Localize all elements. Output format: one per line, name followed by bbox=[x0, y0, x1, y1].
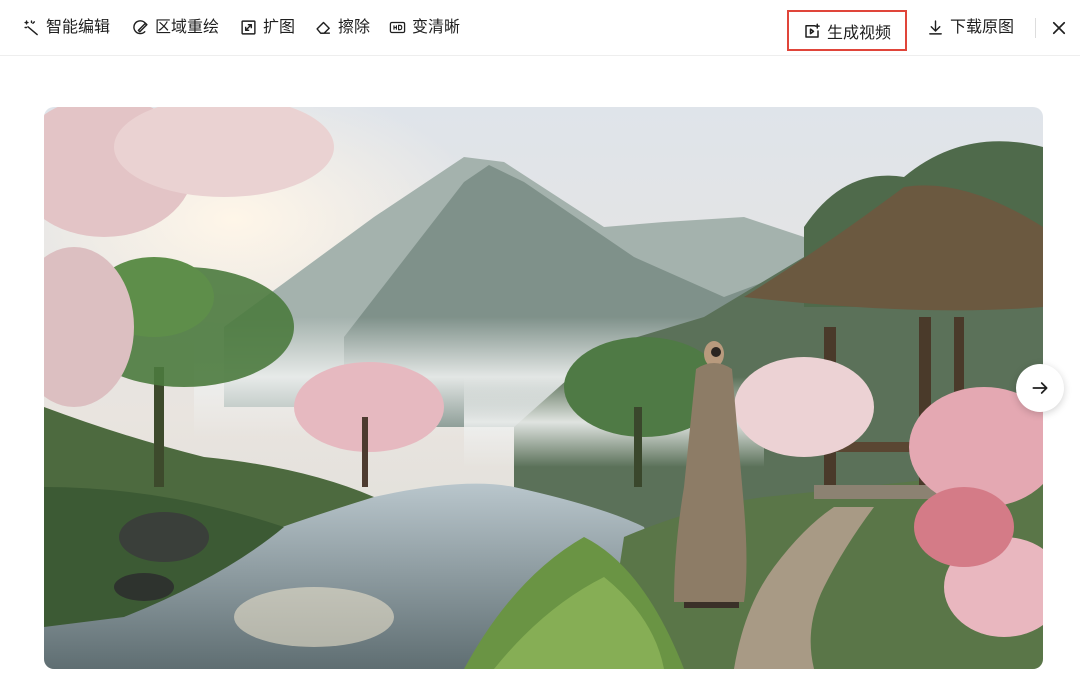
region-redraw-label: 区域重绘 bbox=[155, 17, 220, 36]
smart-edit-label: 智能编辑 bbox=[46, 17, 111, 36]
region-redraw-button[interactable]: 区域重绘 bbox=[132, 14, 219, 40]
expand-icon bbox=[241, 19, 256, 35]
expand-label: 扩图 bbox=[263, 17, 296, 36]
erase-label: 擦除 bbox=[338, 17, 371, 36]
download-original-button[interactable]: 下载原图 bbox=[927, 14, 1014, 40]
video-plus-icon bbox=[805, 23, 820, 38]
close-button[interactable] bbox=[1046, 15, 1072, 41]
eraser-icon bbox=[316, 21, 330, 34]
preview-image bbox=[44, 107, 1043, 669]
next-image-button[interactable] bbox=[1016, 364, 1064, 412]
magic-wand-icon bbox=[24, 19, 38, 35]
sharpen-button[interactable]: 变清晰 bbox=[389, 14, 460, 40]
download-icon bbox=[929, 19, 942, 35]
toolbar-divider bbox=[1035, 18, 1036, 38]
hd-icon bbox=[389, 21, 406, 33]
smart-edit-button[interactable]: 智能编辑 bbox=[23, 14, 110, 40]
brush-icon bbox=[133, 19, 148, 34]
expand-image-button[interactable]: 扩图 bbox=[240, 14, 295, 40]
sharpen-label: 变清晰 bbox=[412, 17, 461, 36]
image-toolbar: 智能编辑 区域重绘 扩图 擦除 变清晰 生成视频 下载原图 bbox=[0, 0, 1080, 56]
generate-video-label: 生成视频 bbox=[826, 22, 891, 42]
erase-button[interactable]: 擦除 bbox=[315, 14, 370, 40]
generate-video-button[interactable]: 生成视频 bbox=[787, 10, 907, 51]
arrow-right-icon bbox=[1032, 382, 1048, 394]
close-icon bbox=[1052, 21, 1066, 35]
landscape-illustration bbox=[44, 107, 1043, 669]
download-label: 下载原图 bbox=[950, 17, 1015, 36]
